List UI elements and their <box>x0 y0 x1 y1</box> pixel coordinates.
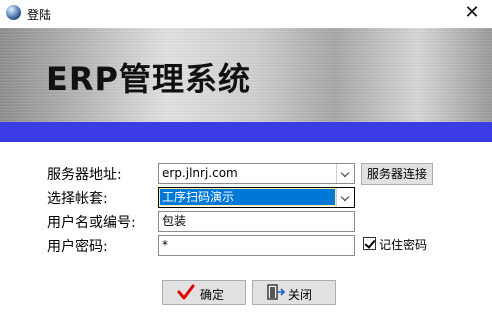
remember-password-checkbox[interactable] <box>363 237 376 250</box>
check-mark-icon <box>177 284 195 300</box>
ok-button-label: 确定 <box>200 288 225 302</box>
username-label: 用户名或编号: <box>47 215 136 231</box>
close-button[interactable]: 关闭 <box>252 280 336 305</box>
close-button-label: 关闭 <box>288 288 313 302</box>
account-combobox[interactable]: 工序扫码演示 <box>158 187 355 208</box>
username-input[interactable]: 包装 <box>158 211 355 232</box>
globe-icon <box>6 5 21 20</box>
password-label: 用户密码: <box>47 239 108 255</box>
dropdown-arrow-icon[interactable] <box>336 164 354 183</box>
account-label: 选择帐套: <box>47 191 108 207</box>
server-combobox[interactable]: erp.jlnrj.com <box>158 163 355 184</box>
header-banner: ERP管理系统 <box>0 28 492 122</box>
ok-button[interactable]: 确定 <box>162 280 246 305</box>
account-value: 工序扫码演示 <box>159 188 336 206</box>
server-value: erp.jlnrj.com <box>162 166 238 180</box>
password-input[interactable]: * <box>158 235 355 256</box>
dropdown-arrow-icon[interactable] <box>336 188 354 207</box>
banner-title: ERP管理系统 <box>46 60 251 98</box>
server-label: 服务器地址: <box>47 167 122 183</box>
remember-password-label: 记住密码 <box>379 238 428 252</box>
title-bar: 登陆 ✕ <box>0 0 492 29</box>
server-connect-button[interactable]: 服务器连接 <box>361 163 433 185</box>
close-icon[interactable]: ✕ <box>460 3 484 23</box>
window-title: 登陆 <box>27 8 52 22</box>
accent-stripe <box>0 122 492 142</box>
exit-door-icon <box>267 284 285 300</box>
